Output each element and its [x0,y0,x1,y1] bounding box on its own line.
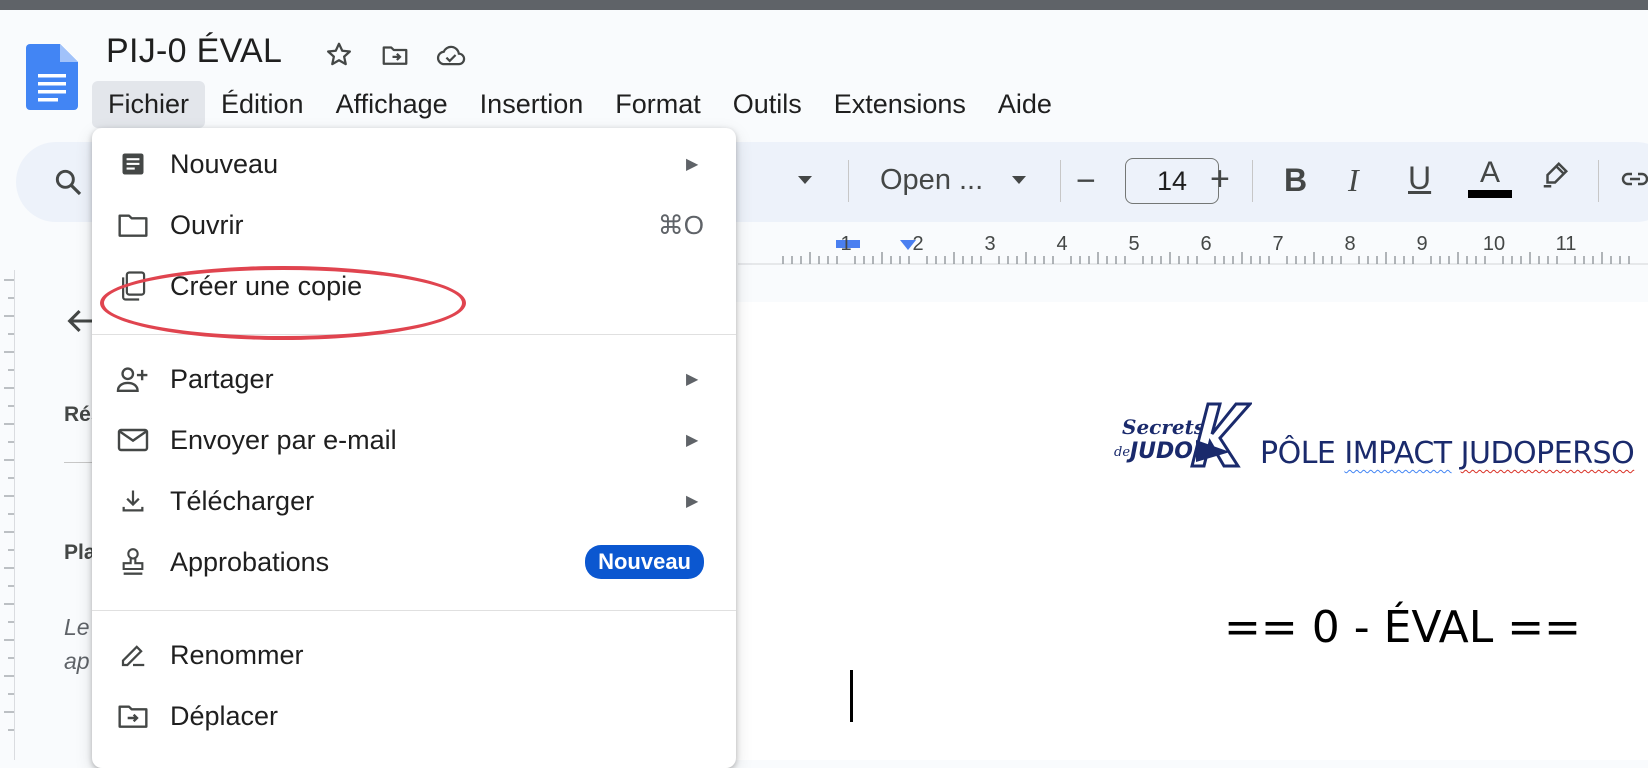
header-text-part: PÔLE [1260,436,1345,471]
submenu-arrow-icon: ▶ [686,493,699,510]
menu-item-ouvrir[interactable]: Ouvrir ⌘O [92,197,736,253]
annotation-highlight-ellipse [100,266,466,340]
document-header-text[interactable]: PÔLE IMPACT JUDOPERSO [1260,436,1635,471]
ruler-label: 5 [1128,233,1139,255]
star-icon[interactable] [322,38,356,72]
menu-item-label: Ouvrir [170,209,244,240]
text-color-button[interactable]: A [1468,156,1512,198]
menu-item-label: Télécharger [170,485,315,516]
menu-item-label: Approbations [170,546,330,577]
menu-format[interactable]: Format [599,81,717,128]
header-text-space [1452,436,1461,471]
person-add-icon [116,362,150,396]
ruler-label: 10 [1483,233,1505,255]
menu-extensions[interactable]: Extensions [818,81,982,128]
ruler-label: 3 [984,233,995,255]
menu-item-label: Envoyer par e-mail [170,424,397,455]
download-icon [116,484,150,518]
menu-edition[interactable]: Édition [205,81,320,128]
decrease-font-size-button[interactable]: − [1076,162,1096,201]
ruler-label: 4 [1056,233,1067,255]
stamp-icon [116,545,150,579]
toolbar-divider [1060,160,1061,202]
file-menu-dropdown: Nouveau ▶ Ouvrir ⌘O Créer une copie Part… [92,128,736,768]
document-title[interactable]: PIJ-0 ÉVAL [106,32,282,71]
ruler-label: 2 [912,233,923,255]
submenu-arrow-icon: ▶ [686,371,699,388]
mail-icon [116,423,150,457]
menu-item-nouveau[interactable]: Nouveau ▶ [92,136,736,192]
doc-icon [116,147,150,181]
font-size-input[interactable]: 14 [1125,158,1219,204]
bold-button[interactable]: B [1284,162,1307,199]
menu-separator [92,610,736,611]
menu-item-approbations[interactable]: Approbations Nouveau [92,534,736,590]
move-icon [116,699,150,733]
menu-item-partager[interactable]: Partager ▶ [92,351,736,407]
horizontal-ruler[interactable]: 1 2 3 4 5 6 7 8 9 10 11 [738,230,1648,270]
ruler-label: 6 [1200,233,1211,255]
svg-text:JUDO: JUDO [1126,439,1193,464]
ruler-label: 8 [1344,233,1355,255]
outline-hint-line-1: Le [64,614,90,640]
menu-item-label: Partager [170,363,274,394]
menu-item-label: Déplacer [170,700,279,731]
menu-insertion[interactable]: Insertion [464,81,600,128]
text-cursor [850,670,853,722]
google-docs-icon[interactable] [26,44,78,110]
ruler-label: 9 [1416,233,1427,255]
underline-button[interactable]: U [1408,160,1431,197]
increase-font-size-button[interactable]: + [1210,160,1230,199]
ruler-label: 1 [840,233,851,255]
toolbar-divider [1252,160,1253,202]
spellcheck-word-impact[interactable]: IMPACT [1344,436,1452,471]
style-dropdown-caret-icon[interactable] [796,173,814,191]
outline-hint-text: Le ap [64,610,90,678]
outline-plan-heading: Pla [64,541,96,564]
menu-aide[interactable]: Aide [982,81,1068,128]
insert-link-icon[interactable] [1620,168,1648,195]
menu-fichier[interactable]: Fichier [92,80,206,128]
text-color-swatch [1468,190,1512,198]
move-to-folder-icon[interactable] [378,38,412,72]
svg-text:Secrets: Secrets [1122,415,1205,439]
spellcheck-word-judoperso[interactable]: JUDOPERSO [1461,436,1635,471]
cloud-saved-icon[interactable] [434,38,468,72]
text-color-label: A [1479,156,1500,189]
svg-text:de: de [1114,445,1130,460]
secrets-de-judo-logo: Secrets de JUDO [1112,400,1254,472]
highlight-pen-icon[interactable] [1540,160,1570,195]
rename-icon [116,638,150,672]
menu-item-label: Renommer [170,639,304,670]
submenu-arrow-icon: ▶ [686,156,699,173]
italic-button[interactable]: I [1348,162,1359,199]
menu-bar: Fichier Édition Affichage Insertion Form… [92,80,1068,128]
font-family-select[interactable]: Open ... [880,164,983,197]
search-menus-icon[interactable] [52,166,84,203]
menu-item-label: Nouveau [170,148,279,179]
new-feature-badge: Nouveau [585,545,704,579]
toolbar-divider [848,160,849,202]
toolbar-divider [1598,160,1599,202]
menu-outils[interactable]: Outils [717,81,818,128]
document-page[interactable] [736,302,1648,760]
menu-affichage[interactable]: Affichage [320,81,464,128]
submenu-arrow-icon: ▶ [686,432,699,449]
vertical-ruler[interactable] [0,270,15,760]
menu-item-renommer[interactable]: Renommer [92,627,736,683]
menu-item-shortcut: ⌘O [657,209,704,240]
outline-hint-line-2: ap [64,648,90,674]
document-heading[interactable]: == 0 - ÉVAL == [1224,602,1581,653]
ruler-label: 11 [1556,233,1577,255]
font-dropdown-caret-icon[interactable] [1010,173,1028,191]
ruler-label: 7 [1272,233,1283,255]
window-top-bar [0,0,1648,10]
menu-item-envoyer-par-email[interactable]: Envoyer par e-mail ▶ [92,412,736,468]
folder-icon [116,208,150,242]
menu-item-telecharger[interactable]: Télécharger ▶ [92,473,736,529]
menu-item-deplacer[interactable]: Déplacer [92,688,736,744]
